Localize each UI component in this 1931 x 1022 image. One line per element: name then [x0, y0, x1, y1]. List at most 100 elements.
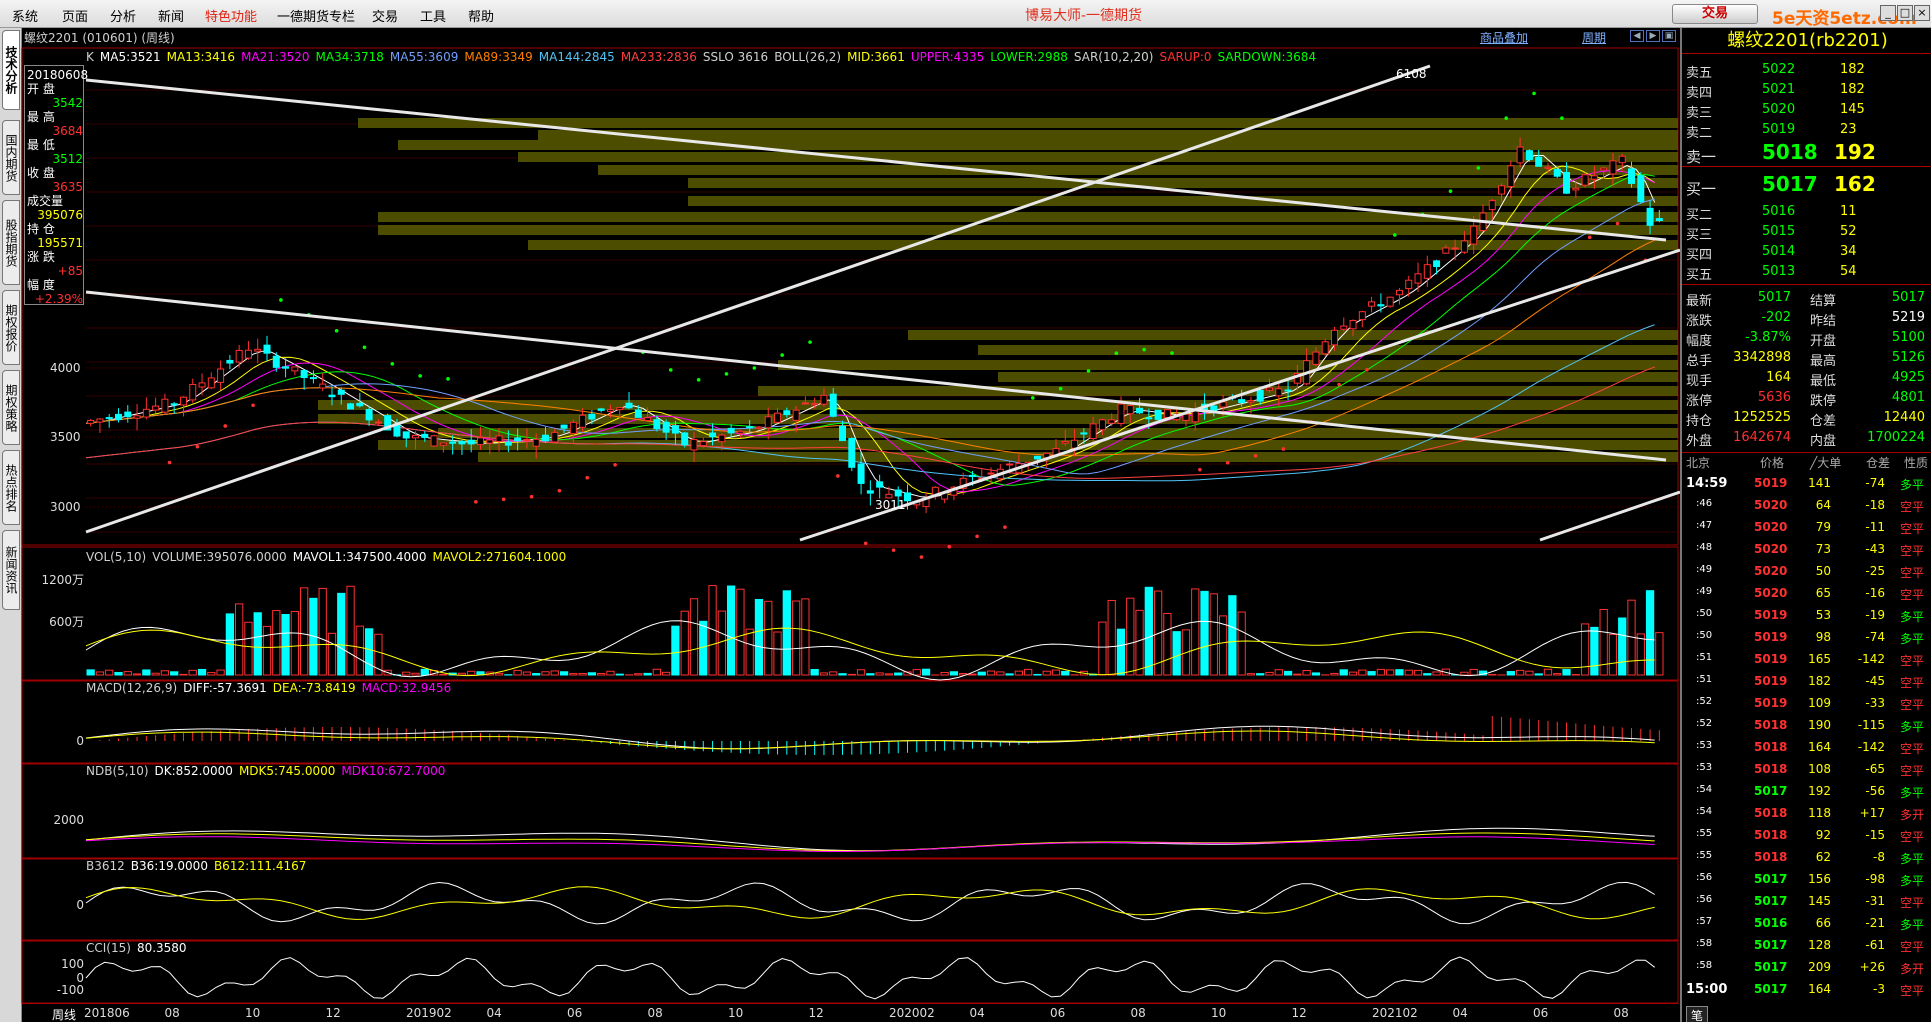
candle-body [606, 409, 614, 412]
sar-dot [808, 340, 812, 344]
sar-dot [1393, 233, 1397, 237]
stat-label: 涨停 [1686, 394, 1713, 409]
x-axis: 周线 201806 08 10 12 201902 04 06 08 10 12 202002 04 06… [22, 1003, 1678, 1022]
bid-price[interactable]: 5013 [1762, 264, 1795, 279]
ask-price[interactable]: 5022 [1762, 62, 1795, 77]
sar-dot [251, 403, 255, 408]
bid-price[interactable]: 5014 [1762, 244, 1795, 259]
indicator-value: DEA:-73.8419 [272, 681, 356, 695]
candle-body [226, 359, 234, 364]
tick-price: 5017 [1754, 960, 1788, 974]
bottom-tab[interactable]: 笔 [1686, 1006, 1709, 1022]
volume-bar [1543, 668, 1553, 676]
period-link[interactable]: 周期 [1582, 29, 1606, 46]
indicator-value: DK:852.0000 [154, 764, 233, 778]
candle-body [1414, 273, 1422, 284]
stat-value: -3.87% [1745, 330, 1791, 345]
sar-dot [223, 424, 228, 428]
bid-price[interactable]: 5015 [1762, 224, 1795, 239]
volume-bar [1395, 669, 1404, 676]
tick-oi-change: -142 [1857, 652, 1885, 666]
candle-body [1535, 156, 1543, 167]
tick-price: 5019 [1754, 696, 1788, 710]
ask-price[interactable]: 5019 [1762, 122, 1795, 137]
bar-date: 20180608 [27, 68, 89, 82]
scroll-right-icon[interactable]: ▶ [1646, 30, 1660, 42]
volume-bar [606, 670, 615, 676]
overlay-commodity-link[interactable]: 商品叠加 [1480, 29, 1528, 46]
volume-bar [1246, 673, 1256, 676]
stat-value: 4801 [1891, 390, 1925, 405]
volume-bar [550, 670, 559, 676]
tick-nature: 多平 [1900, 610, 1925, 624]
indicator-value: MA5:3521 [99, 50, 161, 64]
ask-price[interactable]: 5018 [1762, 140, 1818, 164]
ask-price[interactable]: 5021 [1762, 82, 1795, 97]
maximize-icon[interactable]: □ [1897, 5, 1913, 21]
volume-bar [532, 673, 541, 676]
minimize-icon[interactable]: _ [1880, 5, 1896, 21]
volume-bar [1413, 669, 1423, 676]
candle-body [282, 366, 290, 369]
bid-price[interactable]: 5017 [1762, 172, 1818, 196]
candle-body [588, 413, 596, 420]
candle-body [848, 437, 856, 468]
candle-body [1061, 441, 1069, 444]
candle-body [1275, 388, 1283, 397]
tick-nature: 空平 [1900, 830, 1925, 844]
sar-dot [780, 353, 784, 357]
indicator-value: VOLUME:395076.0000 [152, 550, 287, 564]
ask-price[interactable]: 5020 [1762, 102, 1795, 117]
volume-bar [1200, 590, 1209, 676]
stat-value: 12440 [1883, 410, 1925, 425]
ask-label: 卖四 [1686, 86, 1713, 101]
trade-button[interactable]: 交易 [1672, 4, 1758, 24]
tick-oi-change: -61 [1865, 938, 1885, 952]
volume-bar [1014, 670, 1024, 676]
tick-price: 5020 [1754, 542, 1788, 556]
indicator-value: MAVOL2:271604.1000 [432, 550, 567, 564]
candle-body [987, 472, 995, 475]
tick-time: :56 [1696, 894, 1713, 905]
info-label: 最 高 [27, 110, 55, 124]
x-axis-label: 04 [1452, 1006, 1468, 1020]
volume-bar [132, 673, 142, 676]
volume-bar [597, 672, 606, 676]
sar-dot [1198, 467, 1202, 472]
sar-dot [1225, 460, 1230, 465]
tick-oi-change: +17 [1859, 806, 1885, 820]
ask-volume: 23 [1840, 122, 1857, 137]
candle-body [1590, 175, 1598, 180]
candle-body [87, 419, 95, 424]
tick-time: :53 [1696, 762, 1713, 773]
stat-label: 幅度 [1686, 334, 1713, 349]
stat-value: 3342898 [1733, 350, 1791, 365]
tick-time: :48 [1696, 542, 1713, 553]
tick-volume: 62 [1815, 850, 1831, 864]
x-axis-label: 12 [1291, 1006, 1307, 1020]
volume-bar [513, 669, 522, 676]
scroll-left-icon[interactable]: ◀ [1630, 30, 1644, 42]
candle-body [774, 412, 782, 423]
trend-line[interactable] [1539, 490, 1680, 542]
zoom-icon[interactable]: ▣ [1662, 30, 1676, 42]
close-icon[interactable]: × [1914, 5, 1930, 21]
candle-body [792, 409, 800, 421]
candle-body [662, 421, 670, 433]
indicator-value: B36:19.0000 [130, 859, 208, 873]
tick-time: :51 [1696, 652, 1713, 663]
indicator-value: MA34:3718 [315, 50, 384, 64]
stat-value: 5017 [1757, 290, 1791, 305]
candle-body [402, 431, 410, 439]
info-value: +2.39% [34, 292, 83, 306]
tick-header: ╱大单 [1810, 456, 1842, 470]
candle-body [439, 442, 447, 446]
candle-body [430, 435, 438, 447]
tick-price: 5019 [1754, 630, 1788, 644]
volume-bar [1432, 671, 1441, 676]
candle-body [142, 408, 150, 418]
bid-price[interactable]: 5016 [1762, 204, 1795, 219]
macd_panel-header: MACD(12,26,9) DIFF:-57.3691 DEA:-73.8419 MA… [86, 681, 457, 695]
volume-bar [977, 671, 986, 676]
bid-volume: 11 [1840, 204, 1857, 219]
